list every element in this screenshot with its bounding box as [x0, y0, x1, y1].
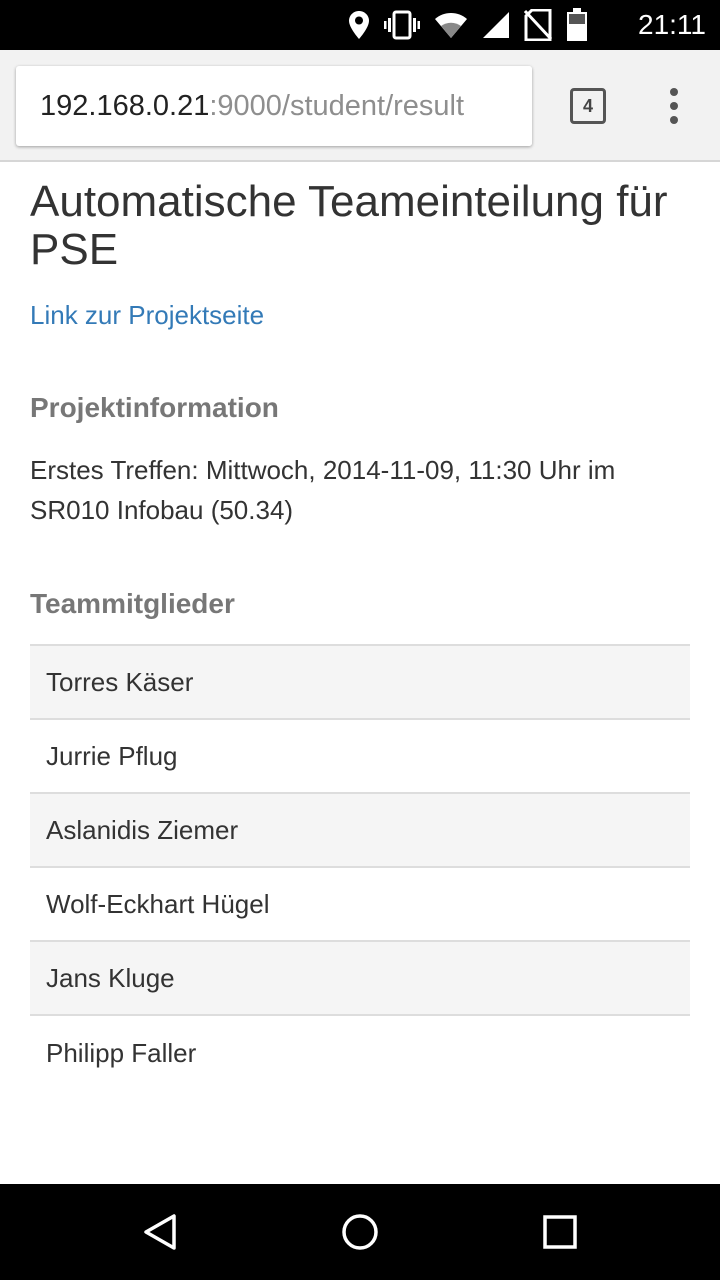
home-button[interactable]	[330, 1202, 390, 1262]
recents-button[interactable]	[530, 1202, 590, 1262]
signal-icon	[482, 0, 510, 50]
project-info-text: Erstes Treffen: Mittwoch, 2014-11-09, 11…	[30, 455, 616, 525]
team-member-row: Jans Kluge	[30, 942, 690, 1016]
battery-icon	[566, 0, 588, 50]
status-icons	[348, 0, 588, 50]
home-circle-icon	[342, 1214, 378, 1250]
tab-switcher-button[interactable]: 4	[570, 88, 606, 124]
browser-toolbar: 192.168.0.21:9000/student/result 4	[0, 50, 720, 162]
page-content: Automatische Teameinteilung für PSE Link…	[30, 162, 690, 1090]
page-title: Automatische Teameinteilung für PSE	[30, 177, 668, 274]
team-member-row: Jurrie Pflug	[30, 720, 690, 794]
back-triangle-icon	[144, 1214, 176, 1250]
team-member-list: Torres Käser Jurrie Pflug Aslanidis Ziem…	[30, 644, 690, 1090]
team-member-row: Aslanidis Ziemer	[30, 794, 690, 868]
wifi-icon	[434, 0, 468, 50]
url-bar[interactable]: 192.168.0.21:9000/student/result	[16, 66, 532, 146]
menu-dot-icon	[670, 102, 678, 110]
overflow-menu-button[interactable]	[660, 84, 688, 128]
url-host: 192.168.0.21	[40, 90, 210, 122]
team-member-row: Wolf-Eckhart Hügel	[30, 868, 690, 942]
menu-dot-icon	[670, 88, 678, 96]
project-info-heading: Projektinformation	[30, 392, 279, 423]
navigation-bar	[0, 1184, 720, 1280]
project-page-link[interactable]: Link zur Projektseite	[30, 300, 690, 330]
no-sim-icon	[524, 0, 552, 50]
team-member-row: Torres Käser	[30, 646, 690, 720]
back-button[interactable]	[130, 1202, 190, 1262]
team-members-heading: Teammitglieder	[30, 588, 235, 619]
team-member-row: Philipp Faller	[46, 1037, 197, 1068]
location-icon	[348, 0, 370, 50]
status-time: 21:11	[638, 9, 706, 40]
url-fade	[502, 66, 532, 146]
recents-square-icon	[543, 1215, 577, 1249]
url-path: :9000/student/result	[209, 90, 465, 122]
vibrate-icon	[384, 0, 420, 50]
url-text[interactable]: 192.168.0.21:9000/student/result	[40, 66, 464, 146]
status-bar: 21:11	[0, 0, 720, 50]
menu-dot-icon	[670, 116, 678, 124]
